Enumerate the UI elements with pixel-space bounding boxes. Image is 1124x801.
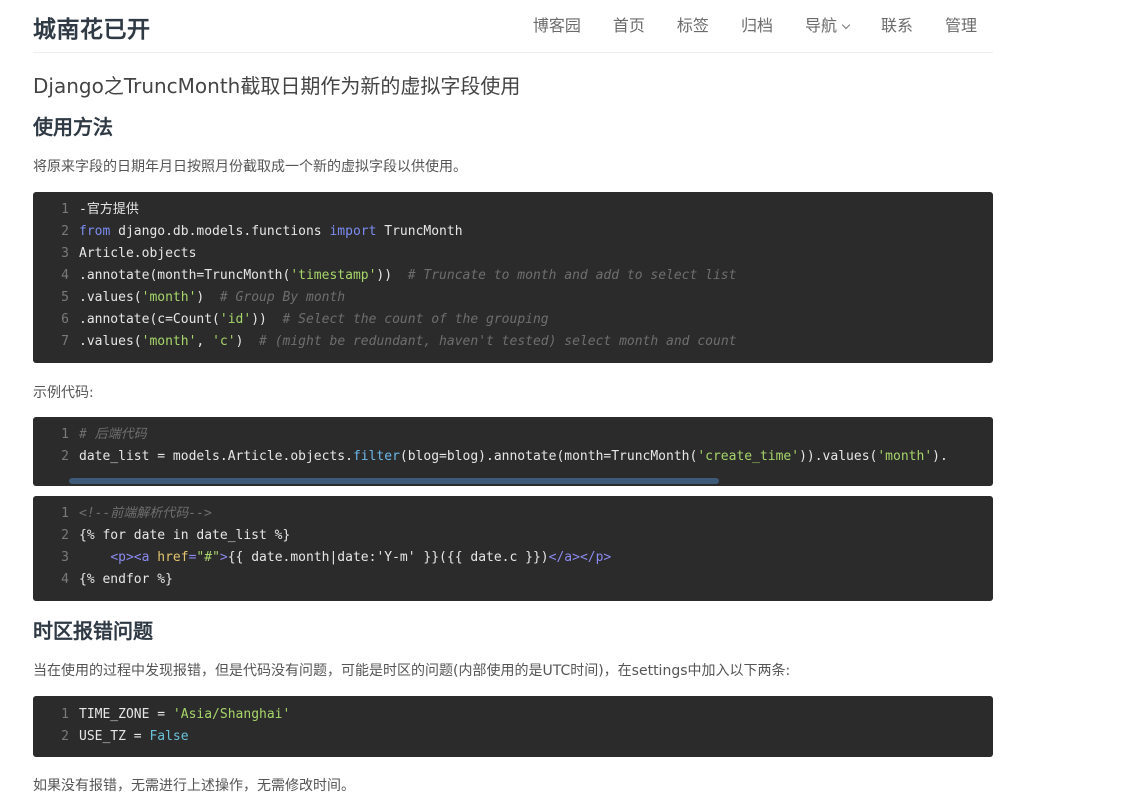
line-number: 3 bbox=[61, 246, 69, 261]
chevron-down-icon bbox=[841, 20, 851, 30]
main-nav: 博客园 首页 标签 归档 导航 联系 管理 bbox=[501, 12, 977, 36]
code-block-truncmonth[interactable]: 1 -官方提供 2 from django.db.models.functions … bbox=[33, 192, 993, 363]
line-number: 1 bbox=[61, 427, 69, 442]
site-brand[interactable]: 城南花已开 bbox=[33, 10, 151, 44]
code-line: from django.db.models.functions import T… bbox=[79, 224, 463, 239]
code-line: .values('month') # Group By month bbox=[79, 290, 346, 305]
example-label: 示例代码: bbox=[33, 385, 94, 401]
blog-page: 城南花已开 博客园 首页 标签 归档 导航 联系 管理 Django之Trunc… bbox=[0, 0, 1124, 801]
nav-item-archive[interactable]: 归档 bbox=[741, 12, 773, 36]
section-text-usage: 将原来字段的日期年月日按照月份截取成一个新的虚拟字段以供使用。 bbox=[33, 159, 467, 175]
line-number: 2 bbox=[61, 224, 69, 239]
line-number: 1 bbox=[61, 707, 69, 722]
code-line: {% for date in date_list %} bbox=[79, 528, 291, 543]
nav-item-navigation-label: 导航 bbox=[804, 16, 837, 35]
code-block-settings[interactable]: 1 TIME_ZONE = 'Asia/Shanghai' 2 USE_TZ = F… bbox=[33, 696, 993, 757]
line-number: 6 bbox=[61, 312, 69, 327]
nav-item-admin[interactable]: 管理 bbox=[945, 12, 977, 36]
code-line: Article.objects bbox=[79, 246, 197, 261]
code-block-frontend[interactable]: 1 <!--前端解析代码--> 2 {% for date in date_list… bbox=[33, 496, 993, 601]
code-line: {% endfor %} bbox=[79, 572, 173, 587]
line-number: 4 bbox=[61, 268, 69, 283]
section-text-timezone: 当在使用的过程中发现报错，但是代码没有问题，可能是时区的问题(内部使用的是UTC… bbox=[33, 663, 791, 679]
code-line: .annotate(c=Count('id')) # Select the co… bbox=[79, 312, 549, 327]
post-title[interactable]: Django之TruncMonth截取日期作为新的虚拟字段使用 bbox=[33, 70, 520, 99]
line-number: 1 bbox=[61, 506, 69, 521]
site-header: 城南花已开 博客园 首页 标签 归档 导航 联系 管理 bbox=[33, 0, 993, 53]
code-block-backend[interactable]: 1 # 后端代码 2 date_list = models.Article.obje… bbox=[33, 417, 993, 486]
section-heading-timezone: 时区报错问题 bbox=[33, 619, 153, 643]
nav-item-home[interactable]: 首页 bbox=[613, 12, 645, 36]
line-number: 5 bbox=[61, 290, 69, 305]
line-number: 7 bbox=[61, 334, 69, 349]
line-number: 2 bbox=[61, 528, 69, 543]
line-number: 1 bbox=[61, 202, 69, 217]
code-line: TIME_ZONE = 'Asia/Shanghai' bbox=[79, 707, 291, 722]
horizontal-scrollbar[interactable] bbox=[69, 478, 719, 484]
section-heading-usage: 使用方法 bbox=[33, 115, 113, 139]
code-line: .annotate(month=TruncMonth('timestamp'))… bbox=[79, 268, 737, 283]
line-number: 4 bbox=[61, 572, 69, 587]
code-line: USE_TZ = False bbox=[79, 729, 189, 744]
code-line: # 后端代码 bbox=[79, 427, 147, 442]
code-line: <!--前端解析代码--> bbox=[79, 506, 212, 521]
nav-item-tags[interactable]: 标签 bbox=[677, 12, 709, 36]
nav-item-cnblogs[interactable]: 博客园 bbox=[533, 12, 581, 36]
line-number: 3 bbox=[61, 550, 69, 565]
code-line: .values('month', 'c') # (might be redund… bbox=[79, 334, 737, 349]
line-number: 2 bbox=[61, 449, 69, 464]
line-number: 2 bbox=[61, 729, 69, 744]
footer-note: 如果没有报错，无需进行上述操作，无需修改时间。 bbox=[33, 778, 355, 794]
code-line: date_list = models.Article.objects.filte… bbox=[79, 449, 948, 464]
nav-item-navigation[interactable]: 导航 bbox=[804, 12, 851, 36]
nav-item-contact[interactable]: 联系 bbox=[881, 12, 913, 36]
code-line: <p><a href="#">{{ date.month|date:'Y-m' … bbox=[110, 550, 612, 565]
code-line: -官方提供 bbox=[79, 202, 139, 217]
